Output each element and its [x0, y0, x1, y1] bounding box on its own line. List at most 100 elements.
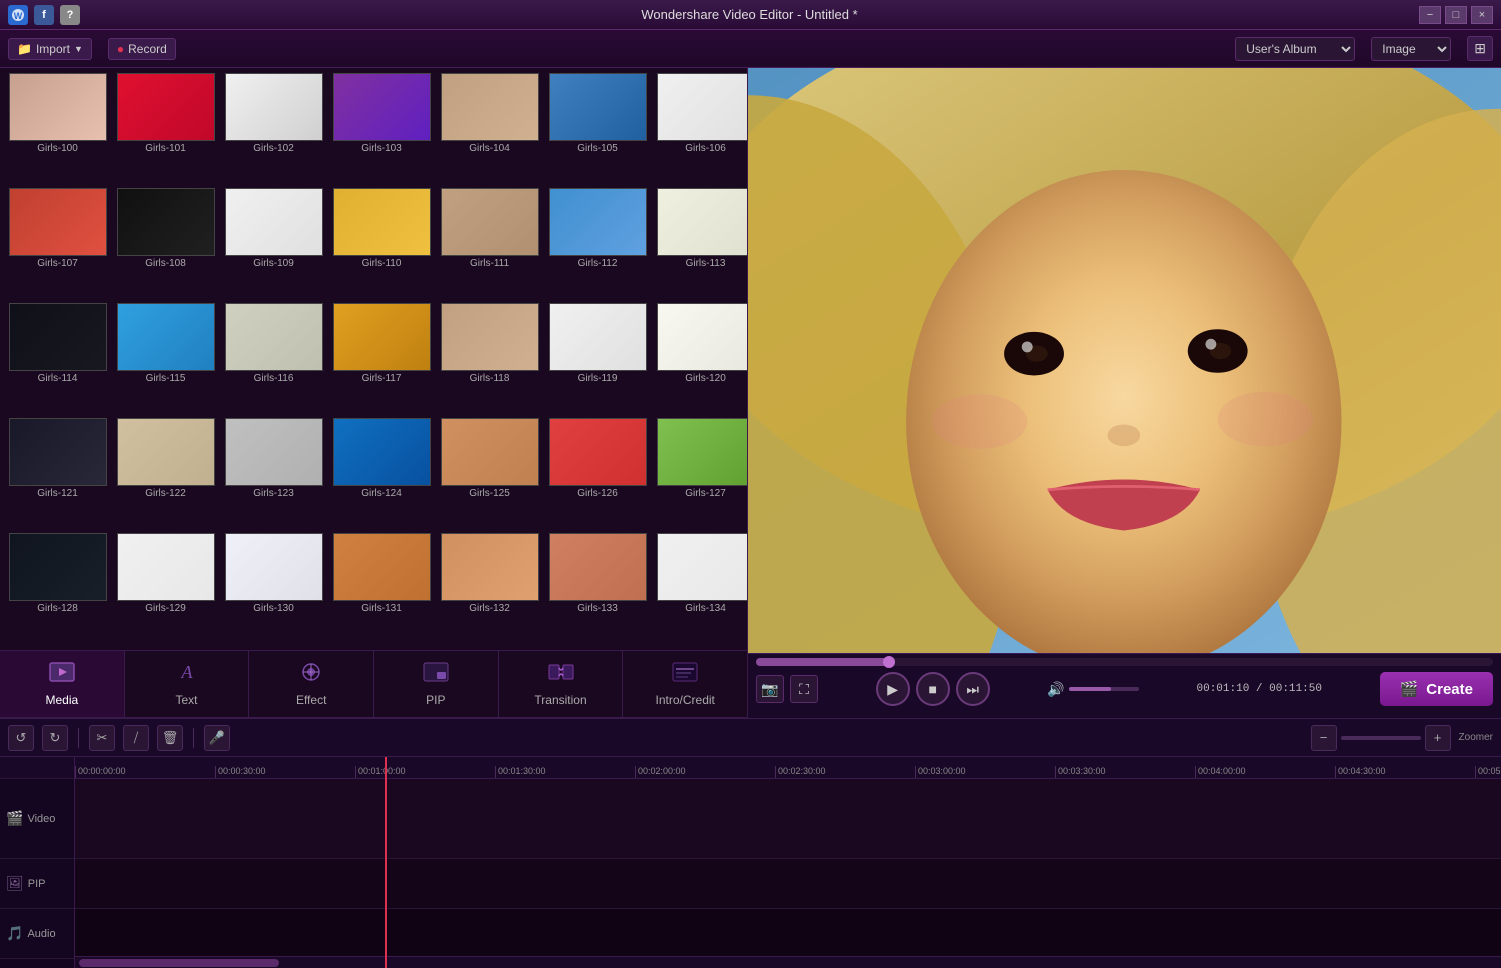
media-item-girls-115[interactable]: Girls-115: [113, 303, 218, 415]
media-label: Girls-123: [253, 488, 294, 499]
media-tab-label: Media: [45, 693, 78, 707]
text-tab-icon: A: [173, 661, 201, 689]
create-label: Create: [1426, 681, 1473, 698]
stop-button[interactable]: ■: [916, 672, 950, 706]
audio-track-label: 🎵 Audio: [0, 909, 74, 959]
grid-view-button[interactable]: ⊞: [1467, 36, 1493, 61]
media-thumb: [117, 73, 215, 141]
media-thumb: [333, 188, 431, 256]
media-item-girls-110[interactable]: Girls-110: [329, 188, 434, 300]
mic-button[interactable]: 🎤: [204, 725, 230, 751]
zoom-controls: − + Zoomer: [1311, 725, 1493, 751]
zoom-out-button[interactable]: −: [1311, 725, 1337, 751]
edit-button[interactable]: ✂: [89, 725, 115, 751]
media-item-girls-101[interactable]: Girls-101: [113, 73, 218, 185]
media-item-girls-120[interactable]: Girls-120: [653, 303, 747, 415]
media-item-girls-124[interactable]: Girls-124: [329, 418, 434, 530]
media-item-girls-131[interactable]: Girls-131: [329, 533, 434, 645]
maximize-button[interactable]: □: [1445, 6, 1467, 24]
media-item-girls-111[interactable]: Girls-111: [437, 188, 542, 300]
media-item-girls-102[interactable]: Girls-102: [221, 73, 326, 185]
media-item-girls-105[interactable]: Girls-105: [545, 73, 650, 185]
media-item-girls-104[interactable]: Girls-104: [437, 73, 542, 185]
svg-text:W: W: [14, 11, 23, 21]
filter-dropdown[interactable]: Image Video Audio: [1371, 37, 1451, 61]
app-icon[interactable]: W: [8, 5, 28, 25]
media-label: Girls-114: [38, 373, 78, 384]
media-item-girls-113[interactable]: Girls-113: [653, 188, 747, 300]
tab-media[interactable]: Media: [0, 651, 125, 717]
help-icon[interactable]: ?: [60, 5, 80, 25]
media-label: Girls-100: [37, 143, 78, 154]
tab-text[interactable]: A Text: [125, 651, 250, 717]
media-label: Girls-128: [37, 603, 78, 614]
svg-text:A: A: [180, 662, 193, 682]
media-label: Girls-129: [145, 603, 186, 614]
seek-bar[interactable]: [756, 658, 1493, 666]
volume-slider[interactable]: [1069, 687, 1139, 691]
next-frame-button[interactable]: ⏭: [956, 672, 990, 706]
tab-effect[interactable]: Effect: [249, 651, 374, 717]
split-button[interactable]: ⧸: [123, 725, 149, 751]
facebook-icon[interactable]: f: [34, 5, 54, 25]
media-item-girls-119[interactable]: Girls-119: [545, 303, 650, 415]
play-button[interactable]: ▶: [876, 672, 910, 706]
create-button[interactable]: 🎬 Create: [1380, 672, 1493, 706]
media-thumb: [117, 533, 215, 601]
transition-tab-label: Transition: [534, 693, 586, 707]
media-item-girls-128[interactable]: Girls-128: [5, 533, 110, 645]
tracks-scroll[interactable]: [75, 779, 1501, 956]
preview-controls: 📷 ⛶ ▶ ■ ⏭ 🔊 00:01:10 / 00:11:50 🎬: [748, 653, 1501, 718]
media-label: Girls-116: [254, 373, 294, 384]
media-item-girls-134[interactable]: Girls-134: [653, 533, 747, 645]
snapshot-button[interactable]: 📷: [756, 675, 784, 703]
media-label: Girls-119: [578, 373, 618, 384]
media-item-girls-109[interactable]: Girls-109: [221, 188, 326, 300]
media-item-girls-132[interactable]: Girls-132: [437, 533, 542, 645]
ruler-tick: 00:04:00:00: [1195, 766, 1246, 778]
media-item-girls-127[interactable]: Girls-127: [653, 418, 747, 530]
minimize-button[interactable]: −: [1419, 6, 1441, 24]
media-item-girls-106[interactable]: Girls-106: [653, 73, 747, 185]
media-item-girls-123[interactable]: Girls-123: [221, 418, 326, 530]
video-track-label: 🎬 Video: [0, 779, 74, 859]
zoom-slider[interactable]: [1341, 736, 1421, 740]
redo-button[interactable]: ↻: [42, 725, 68, 751]
media-item-girls-125[interactable]: Girls-125: [437, 418, 542, 530]
horizontal-scrollbar[interactable]: [75, 956, 1501, 968]
tab-pip[interactable]: PIP: [374, 651, 499, 717]
media-label: Girls-110: [362, 258, 402, 269]
record-button[interactable]: ● Record: [108, 38, 176, 60]
media-item-girls-122[interactable]: Girls-122: [113, 418, 218, 530]
tab-transition[interactable]: Transition: [499, 651, 624, 717]
media-item-girls-129[interactable]: Girls-129: [113, 533, 218, 645]
media-item-girls-114[interactable]: Girls-114: [5, 303, 110, 415]
media-item-girls-112[interactable]: Girls-112: [545, 188, 650, 300]
close-button[interactable]: ×: [1471, 6, 1493, 24]
tab-intro[interactable]: Intro/Credit: [623, 651, 748, 717]
media-item-girls-118[interactable]: Girls-118: [437, 303, 542, 415]
media-item-girls-116[interactable]: Girls-116: [221, 303, 326, 415]
media-item-girls-103[interactable]: Girls-103: [329, 73, 434, 185]
media-label: Girls-103: [361, 143, 402, 154]
media-item-girls-121[interactable]: Girls-121: [5, 418, 110, 530]
media-item-girls-108[interactable]: Girls-108: [113, 188, 218, 300]
media-item-girls-130[interactable]: Girls-130: [221, 533, 326, 645]
media-item-girls-126[interactable]: Girls-126: [545, 418, 650, 530]
media-item-girls-107[interactable]: Girls-107: [5, 188, 110, 300]
delete-button[interactable]: 🗑: [157, 725, 183, 751]
media-label: Girls-108: [145, 258, 186, 269]
fullscreen-button[interactable]: ⛶: [790, 675, 818, 703]
undo-button[interactable]: ↺: [8, 725, 34, 751]
media-thumb: [9, 303, 107, 371]
album-dropdown[interactable]: User's Album: [1235, 37, 1355, 61]
pip-track-label: 🖼 PIP: [0, 859, 74, 909]
video-track: [75, 779, 1501, 859]
media-item-girls-117[interactable]: Girls-117: [329, 303, 434, 415]
media-label: Girls-112: [578, 258, 618, 269]
media-item-girls-133[interactable]: Girls-133: [545, 533, 650, 645]
import-button[interactable]: 📁 Import ▼: [8, 38, 92, 60]
toolbar-separator-2: [193, 728, 194, 748]
zoom-in-button[interactable]: +: [1425, 725, 1451, 751]
media-item-girls-100[interactable]: Girls-100: [5, 73, 110, 185]
